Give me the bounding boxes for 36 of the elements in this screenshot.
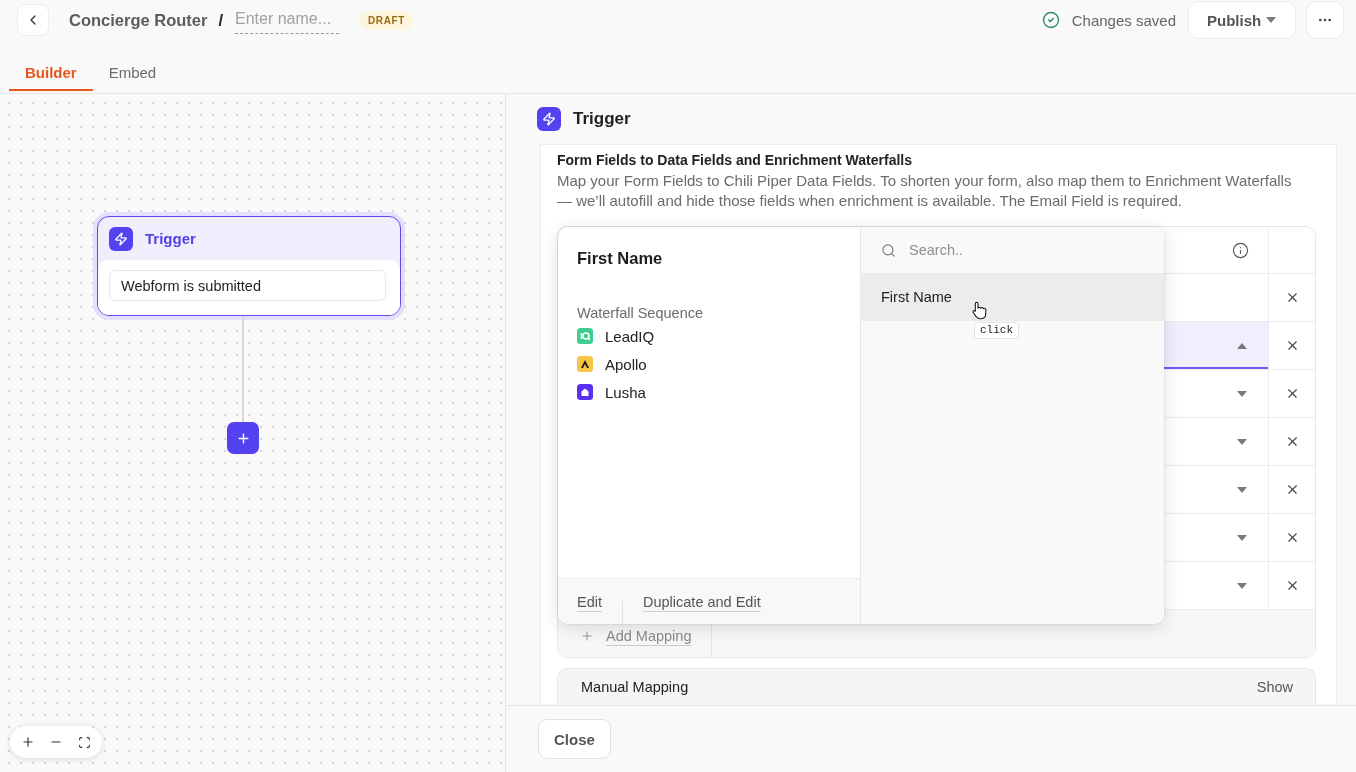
- tab[interactable]: Builder: [9, 55, 93, 91]
- option-item[interactable]: First Name: [861, 273, 1164, 321]
- caret-down-icon: [1266, 17, 1276, 23]
- node-title: Trigger: [145, 230, 196, 247]
- plus-icon: [580, 629, 594, 643]
- section-description: Map your Form Fields to Chili Piper Data Fields. To shorten your form, also map them to Enrichment Waterfalls — we’ll autofill and hide those fields when enrichment is available. The Email Field is required.: [557, 171, 1293, 211]
- save-status: Changes saved: [1071, 11, 1176, 29]
- provider-name: Apollo: [605, 355, 647, 373]
- show-link[interactable]: Show: [1256, 678, 1293, 695]
- plus-icon: [235, 430, 251, 446]
- close-button[interactable]: Close: [538, 719, 611, 759]
- add-step-button[interactable]: [227, 422, 259, 454]
- breadcrumb-separator: /: [218, 10, 224, 30]
- lightning-icon: [109, 226, 133, 251]
- frame-corners-icon: [77, 735, 91, 749]
- trigger-event-field[interactable]: Webform is submitted: [109, 270, 386, 301]
- section-title: Form Fields to Data Fields and Enrichment Waterfalls: [557, 151, 913, 169]
- info-icon: [1232, 241, 1249, 259]
- lightning-icon: [537, 107, 561, 131]
- check-circle-icon: [1041, 11, 1060, 29]
- publish-button[interactable]: Publish: [1188, 1, 1296, 39]
- search-icon: [881, 242, 896, 258]
- hand-pointer-icon: [972, 301, 987, 320]
- draft-badge: DRAFT: [360, 10, 413, 30]
- plus-icon: [21, 735, 35, 749]
- search-field[interactable]: Search..: [909, 240, 1144, 260]
- cursor-tooltip: click: [974, 322, 1019, 339]
- tab[interactable]: Embed: [92, 55, 173, 91]
- name-field[interactable]: Enter name...: [235, 6, 340, 34]
- panel-title: Trigger: [573, 109, 631, 129]
- popover-title: First Name: [577, 248, 664, 268]
- provider-name: LeadIQ: [605, 327, 655, 345]
- manual-mapping-label: Manual Mapping: [581, 678, 689, 695]
- sequence-label: Waterfall Sequence: [577, 304, 704, 322]
- provider-name: Lusha: [605, 383, 646, 401]
- breadcrumb-link[interactable]: Concierge Router: [69, 10, 208, 30]
